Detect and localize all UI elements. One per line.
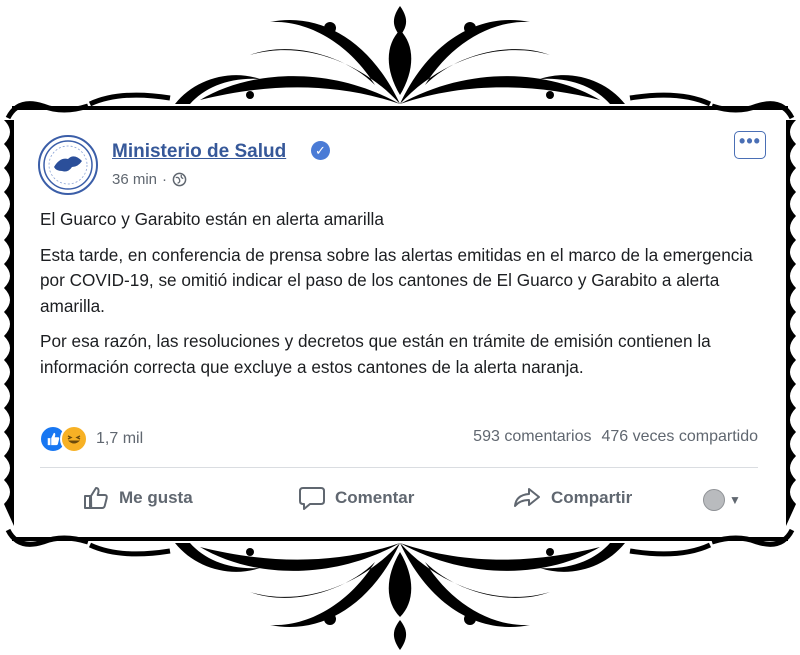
thumbs-up-icon [84,487,108,509]
like-button[interactable]: Me gusta [82,480,193,516]
share-button-label: Compartir [551,488,633,507]
user-avatar [703,489,725,511]
actions-divider [40,467,758,468]
audience-selector[interactable]: ▼ [703,489,741,511]
page-name-link[interactable]: Ministerio de Salud [112,141,286,163]
action-bar: Me gusta Comentar Compartir [40,480,758,516]
post-paragraph: Por esa razón, las resoluciones y decret… [40,331,711,377]
like-button-label: Me gusta [119,488,193,507]
more-options-button[interactable]: ••• [734,131,766,159]
comments-count-link[interactable]: 593 comentarios [473,428,591,446]
post-paragraph: Esta tarde, en conferencia de prensa sob… [40,244,753,316]
comment-icon [299,487,325,510]
shares-count-link[interactable]: 476 veces compartido [601,428,758,446]
comment-button-label: Comentar [335,488,415,507]
post-time[interactable]: 36 min [112,171,157,188]
reactions-summary[interactable]: 1,7 mil [39,425,143,453]
share-button[interactable]: Compartir [512,480,632,516]
post-meta: 36 min · [112,171,187,188]
reaction-count: 1,7 mil [96,430,144,447]
globe-icon [172,172,187,187]
share-icon [514,488,540,507]
chevron-down-icon: ▼ [729,493,741,507]
page-avatar[interactable] [38,135,98,195]
haha-reaction-icon [60,425,88,453]
post-stats: 593 comentarios 476 veces compartido [473,428,758,446]
post-body: El Guarco y Garabito están en alerta ama… [40,207,760,390]
comment-button[interactable]: Comentar [298,480,414,516]
post-paragraph: El Guarco y Garabito están en alerta ama… [40,209,384,229]
meta-separator: · [162,171,168,188]
ministry-logo-icon [43,140,93,190]
verified-badge-icon: ✓ [311,141,330,160]
